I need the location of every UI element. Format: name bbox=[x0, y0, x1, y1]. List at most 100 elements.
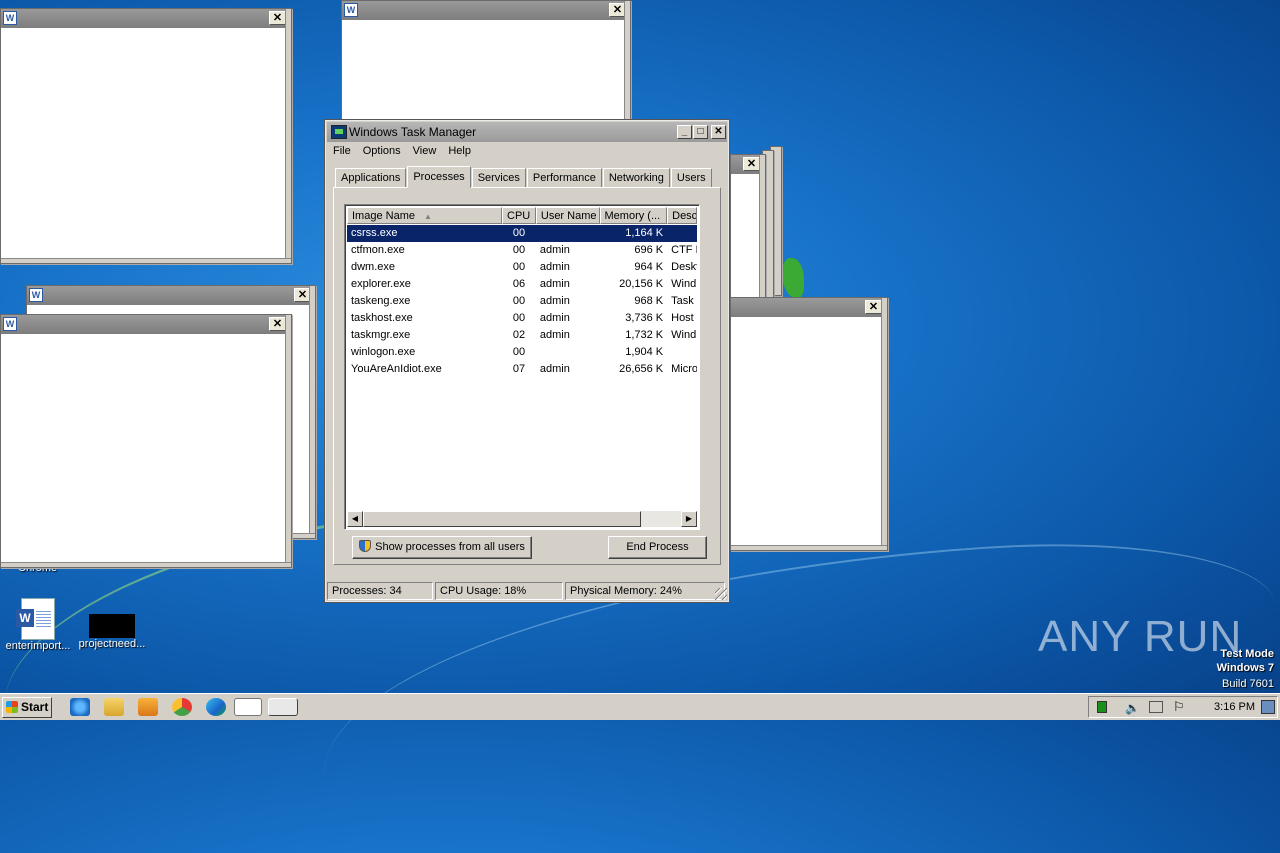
close-button[interactable]: ✕ bbox=[865, 300, 882, 314]
process-row[interactable]: explorer.exe 06 admin 20,156 K Wind bbox=[347, 276, 697, 293]
menu-help[interactable]: Help bbox=[448, 145, 471, 161]
desktop-icon-projectneed[interactable]: projectneed... bbox=[74, 598, 150, 650]
start-button[interactable]: Start bbox=[2, 697, 52, 718]
menu-file[interactable]: File bbox=[333, 145, 351, 161]
window-titlebar[interactable] bbox=[1, 315, 291, 334]
menu-view[interactable]: View bbox=[413, 145, 437, 161]
process-name: csrss.exe bbox=[351, 227, 398, 239]
word-window[interactable]: W ✕ bbox=[0, 314, 292, 568]
window-titlebar[interactable]: Windows Task Manager _ □ ✕ bbox=[327, 122, 727, 142]
status-physical-memory: Physical Memory: 24% bbox=[565, 582, 725, 600]
word-icon: W bbox=[3, 317, 17, 331]
process-cpu: 07 bbox=[512, 363, 526, 375]
media-player-icon[interactable] bbox=[138, 698, 158, 716]
process-memory: 696 K bbox=[634, 244, 664, 256]
word-window[interactable]: W ✕ bbox=[0, 8, 292, 264]
process-list[interactable]: Image Name ▲ CPU User Name Memory (... D… bbox=[344, 204, 700, 530]
desktop-icon-enterimport[interactable]: enterimport... bbox=[0, 598, 76, 652]
build-label: Build 7601 bbox=[1222, 678, 1274, 690]
scroll-thumb[interactable] bbox=[363, 511, 641, 527]
tab-performance[interactable]: Performance bbox=[526, 168, 602, 188]
process-user: admin bbox=[539, 329, 570, 341]
task-manager-icon[interactable] bbox=[268, 698, 298, 716]
window-frame bbox=[624, 1, 630, 121]
process-user bbox=[536, 225, 600, 242]
process-name: YouAreAnIdiot.exe bbox=[351, 363, 442, 375]
task-manager-icon bbox=[331, 125, 347, 139]
process-description: Deskt bbox=[671, 261, 697, 273]
word-window[interactable]: W ✕ bbox=[341, 0, 631, 122]
ie-icon[interactable] bbox=[70, 698, 90, 716]
tab-services[interactable]: Services bbox=[471, 168, 526, 188]
flag-icon[interactable]: ⚐ bbox=[1173, 699, 1185, 715]
close-button[interactable]: ✕ bbox=[743, 157, 760, 171]
process-row[interactable]: YouAreAnIdiot.exe 07 admin 26,656 K Micro bbox=[347, 361, 697, 378]
tab-users[interactable]: Users bbox=[670, 168, 712, 188]
process-row[interactable]: taskhost.exe 00 admin 3,736 K Host bbox=[347, 310, 697, 327]
process-memory: 3,736 K bbox=[625, 312, 664, 324]
process-memory: 1,904 K bbox=[625, 346, 664, 358]
close-button[interactable]: ✕ bbox=[269, 317, 286, 331]
column-image-name[interactable]: Image Name ▲ bbox=[347, 207, 503, 224]
process-cpu: 00 bbox=[512, 295, 526, 307]
process-row[interactable]: csrss.exe 00 1,164 K bbox=[347, 225, 697, 242]
process-row[interactable]: ctfmon.exe 00 admin 696 K CTF L bbox=[347, 242, 697, 259]
status-processes: Processes: 34 bbox=[327, 582, 433, 600]
show-all-processes-button[interactable]: Show processes from all users bbox=[352, 536, 532, 559]
edge-icon[interactable] bbox=[206, 698, 226, 716]
process-row[interactable]: taskeng.exe 00 admin 968 K Task bbox=[347, 293, 697, 310]
process-row[interactable]: taskmgr.exe 02 admin 1,732 K Wind bbox=[347, 327, 697, 344]
show-desktop-button[interactable] bbox=[1261, 700, 1275, 714]
process-cpu: 00 bbox=[512, 261, 526, 273]
process-cpu: 00 bbox=[512, 346, 526, 358]
end-process-button[interactable]: End Process bbox=[608, 536, 707, 559]
horizontal-scrollbar[interactable]: ◀ ▶ bbox=[347, 511, 697, 527]
menu-bar: File Options View Help bbox=[333, 145, 471, 161]
window-frame bbox=[1, 258, 291, 263]
process-description bbox=[667, 344, 697, 361]
volume-icon[interactable]: 🔈 bbox=[1125, 701, 1140, 715]
chrome-icon[interactable] bbox=[172, 698, 192, 716]
network-status-icon[interactable] bbox=[1097, 701, 1107, 713]
menu-options[interactable]: Options bbox=[363, 145, 401, 161]
process-cpu: 06 bbox=[512, 278, 526, 290]
close-button[interactable]: ✕ bbox=[269, 11, 286, 25]
process-row[interactable]: dwm.exe 00 admin 964 K Deskt bbox=[347, 259, 697, 276]
minimize-button[interactable]: _ bbox=[677, 125, 692, 139]
column-cpu[interactable]: CPU bbox=[502, 207, 536, 224]
window-titlebar[interactable] bbox=[1, 9, 291, 28]
tab-applications[interactable]: Applications bbox=[335, 168, 407, 188]
column-user-name[interactable]: User Name bbox=[535, 207, 600, 224]
process-user: admin bbox=[539, 261, 570, 273]
column-description[interactable]: Desc bbox=[667, 207, 697, 224]
word-window[interactable]: ✕ bbox=[730, 154, 766, 300]
scroll-right-arrow[interactable]: ▶ bbox=[681, 511, 697, 527]
window-titlebar[interactable] bbox=[731, 298, 887, 317]
os-label: Windows 7 bbox=[1216, 662, 1274, 674]
uac-shield-icon bbox=[359, 540, 372, 552]
process-description: Host bbox=[671, 312, 694, 324]
process-row[interactable]: winlogon.exe 00 1,904 K bbox=[347, 344, 697, 361]
scroll-left-arrow[interactable]: ◀ bbox=[347, 511, 363, 527]
window-titlebar[interactable] bbox=[27, 286, 315, 305]
wallpaper-leaf bbox=[782, 258, 804, 298]
window-frame bbox=[285, 315, 291, 567]
process-user: admin bbox=[539, 278, 570, 290]
window-title: Windows Task Manager bbox=[349, 125, 477, 139]
explorer-icon[interactable] bbox=[104, 698, 124, 716]
tab-networking[interactable]: Networking bbox=[602, 168, 670, 188]
window-titlebar[interactable] bbox=[342, 1, 630, 20]
process-memory: 968 K bbox=[634, 295, 664, 307]
network-icon[interactable] bbox=[1149, 701, 1163, 713]
tab-processes[interactable]: Processes bbox=[407, 166, 471, 188]
maximize-button[interactable]: □ bbox=[693, 125, 708, 139]
column-memory[interactable]: Memory (... bbox=[599, 207, 668, 224]
task-manager-window[interactable]: Windows Task Manager _ □ ✕ File Options … bbox=[324, 119, 730, 603]
word-icon[interactable] bbox=[234, 698, 262, 716]
word-window[interactable]: ✕ bbox=[730, 297, 888, 551]
clock[interactable]: 3:16 PM bbox=[1214, 701, 1255, 713]
resize-grip[interactable] bbox=[715, 588, 727, 600]
close-button[interactable]: ✕ bbox=[711, 125, 726, 139]
process-name: taskeng.exe bbox=[351, 295, 411, 307]
system-tray: 🔈 ⚐ 3:16 PM bbox=[1088, 696, 1278, 718]
